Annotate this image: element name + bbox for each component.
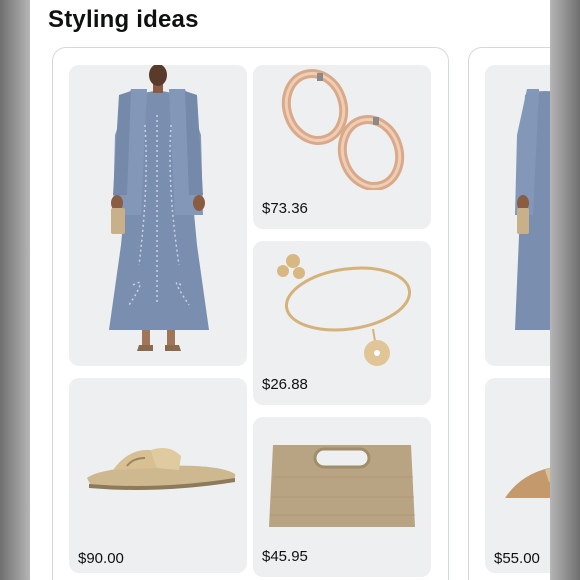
product-tile-sandal-2[interactable]: $55.00 [485, 378, 550, 573]
hoop-earrings-image [281, 69, 405, 190]
product-tile-clutch[interactable]: $45.95 [253, 417, 431, 577]
bracelet-price: $26.88 [262, 376, 308, 393]
gold-sandal-image [87, 448, 236, 490]
section-title: Styling ideas [48, 6, 199, 33]
product-tile-earrings[interactable]: $73.36 [253, 65, 431, 229]
left-backdrop [0, 0, 30, 580]
earrings-price: $73.36 [262, 200, 308, 217]
blue-dress-image [109, 65, 209, 351]
blue-dress-image-2 [515, 89, 550, 330]
straw-clutch-image [269, 445, 415, 527]
clutch-price: $45.95 [262, 548, 308, 565]
product-tile-bracelet[interactable]: $26.88 [253, 241, 431, 405]
outfit-card-2[interactable]: $55.00 [468, 47, 550, 580]
charm-bracelet-image [277, 254, 412, 366]
product-tile-dress-2[interactable] [485, 65, 550, 366]
right-backdrop [550, 0, 580, 580]
outfit-card-1[interactable]: $73.36 $26.88 $90.00 $45.95 [52, 47, 449, 580]
product-tile-sandal[interactable]: $90.00 [69, 378, 247, 573]
sandal-price: $90.00 [78, 550, 124, 567]
sandal-price-2: $55.00 [494, 550, 540, 567]
styling-ideas-panel: Styling ideas $73.36 $26.88 $90.00 $45.9… [30, 0, 550, 580]
gold-sandal-image-2 [505, 467, 550, 498]
product-tile-dress[interactable] [69, 65, 247, 366]
